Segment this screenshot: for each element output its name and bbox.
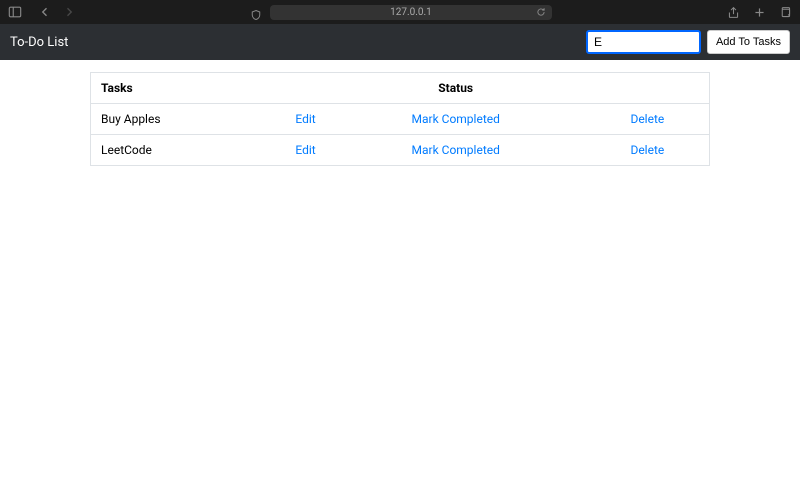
- app-title: To-Do List: [10, 35, 68, 50]
- reload-icon[interactable]: [536, 7, 546, 17]
- task-name: Buy Apples: [101, 112, 161, 126]
- task-input[interactable]: [586, 30, 701, 54]
- sidebar-toggle-icon[interactable]: [8, 5, 22, 19]
- share-icon[interactable]: [726, 5, 740, 19]
- tabs-overview-icon[interactable]: [778, 5, 792, 19]
- task-name: LeetCode: [101, 143, 152, 157]
- back-icon[interactable]: [38, 5, 52, 19]
- forward-icon[interactable]: [62, 5, 76, 19]
- browser-toolbar: 127.0.0.1: [0, 0, 800, 24]
- privacy-shield-icon[interactable]: [250, 6, 262, 18]
- mark-completed-button[interactable]: Mark Completed: [412, 112, 500, 126]
- delete-button[interactable]: Delete: [630, 112, 664, 126]
- delete-button[interactable]: Delete: [630, 143, 664, 157]
- mark-completed-button[interactable]: Mark Completed: [412, 143, 500, 157]
- col-header-tasks: Tasks: [91, 73, 326, 104]
- url-text: 127.0.0.1: [390, 7, 432, 18]
- url-bar[interactable]: 127.0.0.1: [270, 5, 552, 20]
- app-header: To-Do List Add To Tasks: [0, 24, 800, 60]
- table-row: Buy Apples Edit Mark Completed Delete: [91, 104, 710, 135]
- task-table: Tasks Status Buy Apples Edit Mark Comple…: [90, 72, 710, 166]
- col-header-status: Status: [326, 73, 586, 104]
- edit-button[interactable]: Edit: [295, 112, 315, 126]
- table-row: LeetCode Edit Mark Completed Delete: [91, 135, 710, 166]
- col-header-actions: [586, 73, 710, 104]
- edit-button[interactable]: Edit: [295, 143, 315, 157]
- add-task-button[interactable]: Add To Tasks: [707, 30, 790, 54]
- new-tab-icon[interactable]: [752, 5, 766, 19]
